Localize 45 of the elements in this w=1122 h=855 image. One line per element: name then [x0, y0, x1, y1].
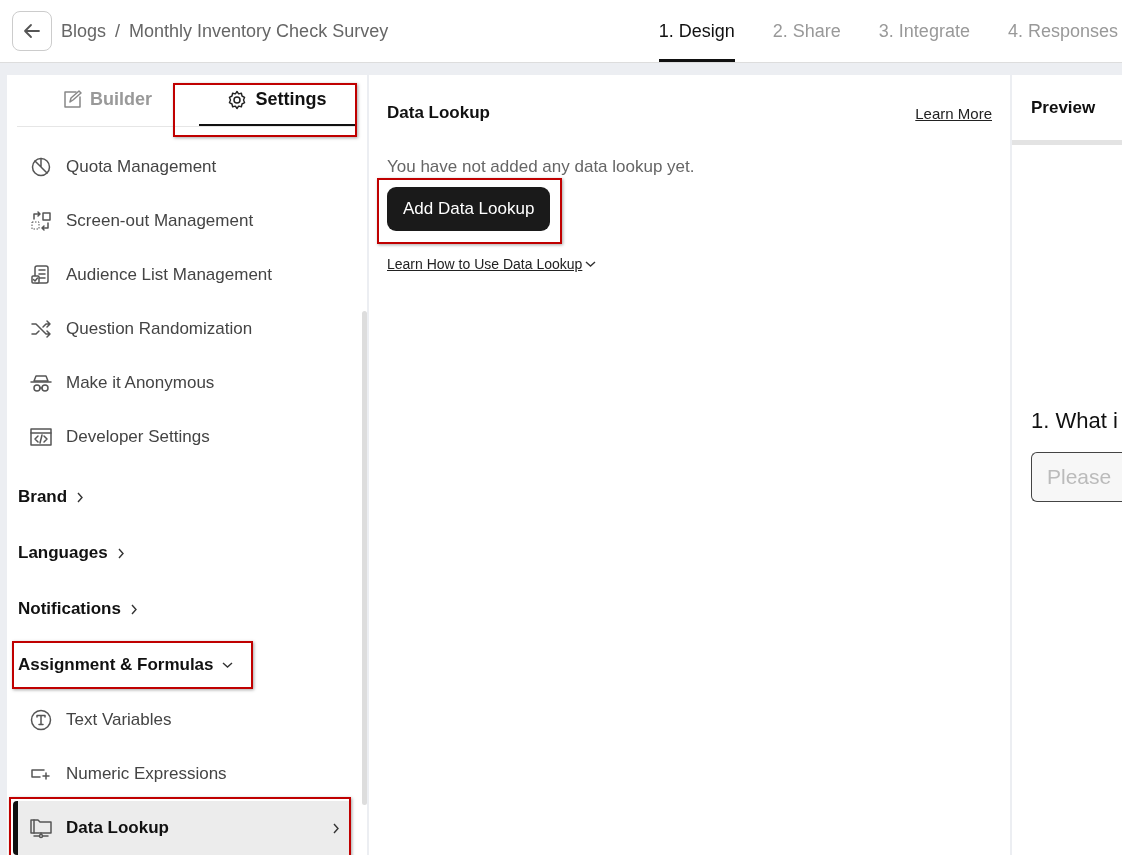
answer-field[interactable]: Please: [1031, 452, 1122, 502]
settings-icon: [227, 89, 248, 110]
no-entry-icon: [30, 156, 52, 178]
breadcrumb-separator: /: [115, 20, 121, 42]
question-text: 1. What i: [1031, 408, 1119, 434]
preview-tab[interactable]: Preview: [1031, 97, 1096, 118]
checklist-icon: [30, 264, 52, 286]
settings-menu-item[interactable]: Developer Settings: [13, 410, 351, 464]
section-header[interactable]: Notifications: [18, 599, 139, 619]
empty-message: You have not added any data lookup yet.: [387, 157, 695, 177]
chevron-right-icon: [75, 490, 86, 504]
chevron-down-icon: [585, 259, 597, 269]
settings-menu-item[interactable]: Question Randomization: [13, 302, 351, 356]
settings-menu-item[interactable]: Data Lookup: [13, 801, 351, 855]
swap-boxes-icon: [30, 210, 52, 232]
add-data-lookup-button[interactable]: Add Data Lookup: [387, 187, 551, 231]
breadcrumb-link[interactable]: Blogs: [61, 20, 107, 42]
edit-icon: [62, 89, 82, 110]
chevron-right-icon: [128, 602, 139, 616]
chevron-right-icon: [115, 546, 126, 560]
chevron-right-icon: [331, 821, 341, 835]
settings-menu-item[interactable]: Audience List Management: [13, 248, 351, 302]
section-header[interactable]: Assignment & Formulas: [18, 655, 233, 675]
incognito-icon: [30, 372, 52, 394]
text-circle-icon: [30, 709, 52, 731]
shuffle-icon: [30, 318, 52, 340]
sidebar-tab[interactable]: Settings: [199, 75, 355, 126]
step-tab[interactable]: 1. Design: [658, 0, 735, 62]
monitor-network-icon: [30, 817, 52, 839]
settings-menu-item[interactable]: Text Variables: [13, 693, 351, 747]
panel-title: Data Lookup: [387, 103, 490, 123]
settings-menu-item[interactable]: Quota Management: [13, 140, 351, 194]
settings-menu-item[interactable]: Numeric Expressions: [13, 747, 351, 801]
scrollbar[interactable]: [362, 311, 367, 805]
settings-menu-item[interactable]: Screen-out Management: [13, 194, 351, 248]
learn-more-link[interactable]: Learn More: [915, 104, 992, 122]
back-button[interactable]: [12, 11, 52, 51]
settings-menu-item[interactable]: Make it Anonymous: [13, 356, 351, 410]
help-link[interactable]: Learn How to Use Data Lookup: [387, 256, 597, 272]
back-arrow-icon: [23, 23, 41, 39]
section-header[interactable]: Languages: [18, 543, 126, 563]
section-header[interactable]: Brand: [18, 487, 86, 507]
code-window-icon: [30, 426, 52, 448]
chevron-down-icon: [221, 660, 233, 670]
survey-title: Monthly Inventory Check Survey: [129, 20, 389, 42]
